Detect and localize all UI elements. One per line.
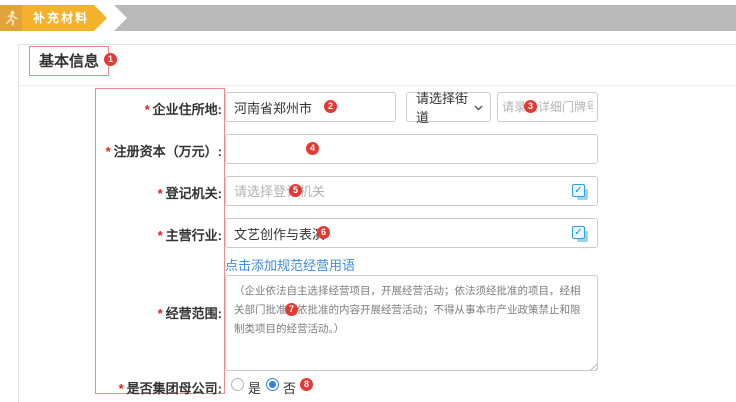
annotation-badge-8: 8 (300, 378, 313, 391)
panel-border-left (18, 44, 19, 402)
section-title-annotation-box: 基本信息 (29, 46, 109, 76)
required-asterisk: * (119, 381, 124, 396)
section-title: 基本信息 (39, 53, 99, 70)
required-asterisk: * (158, 186, 163, 201)
authority-input[interactable] (225, 176, 598, 206)
chevron-down-icon (474, 105, 483, 111)
annotation-badge-3: 3 (524, 100, 537, 113)
label-authority: *登记机关: (40, 183, 222, 202)
street-select[interactable]: 请选择街道 (406, 92, 491, 122)
address-detail-input[interactable] (497, 92, 598, 122)
annotation-badge-4: 4 (306, 142, 319, 155)
label-address: *企业住所地: (40, 99, 222, 118)
required-asterisk: * (106, 144, 111, 159)
industry-picker-checkbox-icon[interactable]: ✓ (572, 226, 589, 243)
required-asterisk: * (158, 306, 163, 321)
radio-yes[interactable] (231, 378, 244, 391)
radio-no-label[interactable]: 否 (283, 378, 296, 397)
label-industry: *主营行业: (40, 225, 222, 244)
capital-input[interactable] (225, 134, 598, 164)
breadcrumb-step-label: 补充材料 (33, 5, 89, 31)
runner-icon (0, 5, 22, 31)
radio-no[interactable] (266, 378, 279, 391)
annotation-badge-6: 6 (317, 226, 330, 239)
required-asterisk: * (145, 102, 150, 117)
annotation-badge-7: 7 (285, 303, 298, 316)
scope-textarea[interactable]: （企业依法自主选择经营项目，开展经营活动；依法须经批准的项目，经相关部门批准后依… (225, 275, 598, 371)
industry-input[interactable] (225, 218, 598, 248)
authority-picker-checkbox-icon[interactable]: ✓ (572, 184, 589, 201)
radio-yes-label[interactable]: 是 (248, 378, 261, 397)
street-select-value: 请选择街道 (416, 88, 468, 126)
panel-border-top (18, 44, 736, 45)
breadcrumb-bar (114, 5, 736, 31)
annotation-badge-5: 5 (289, 184, 302, 197)
panel-header-divider (19, 85, 736, 86)
annotation-badge-2: 2 (324, 100, 337, 113)
label-capital: *注册资本（万元）: (40, 141, 222, 160)
page: 补充材料 基本信息 1 *企业住所地: 2 请选择街道 3 *注册资本（万元）:… (0, 0, 736, 402)
label-scope: *经营范围: (40, 303, 222, 322)
annotation-badge-1: 1 (104, 53, 117, 66)
required-asterisk: * (158, 228, 163, 243)
address-city-input[interactable] (225, 92, 396, 122)
label-group-parent: *是否集团母公司: (40, 378, 222, 397)
add-standard-scope-terms-link[interactable]: 点击添加规范经营用语 (225, 255, 355, 274)
breadcrumb-step-current[interactable]: 补充材料 (0, 5, 107, 31)
